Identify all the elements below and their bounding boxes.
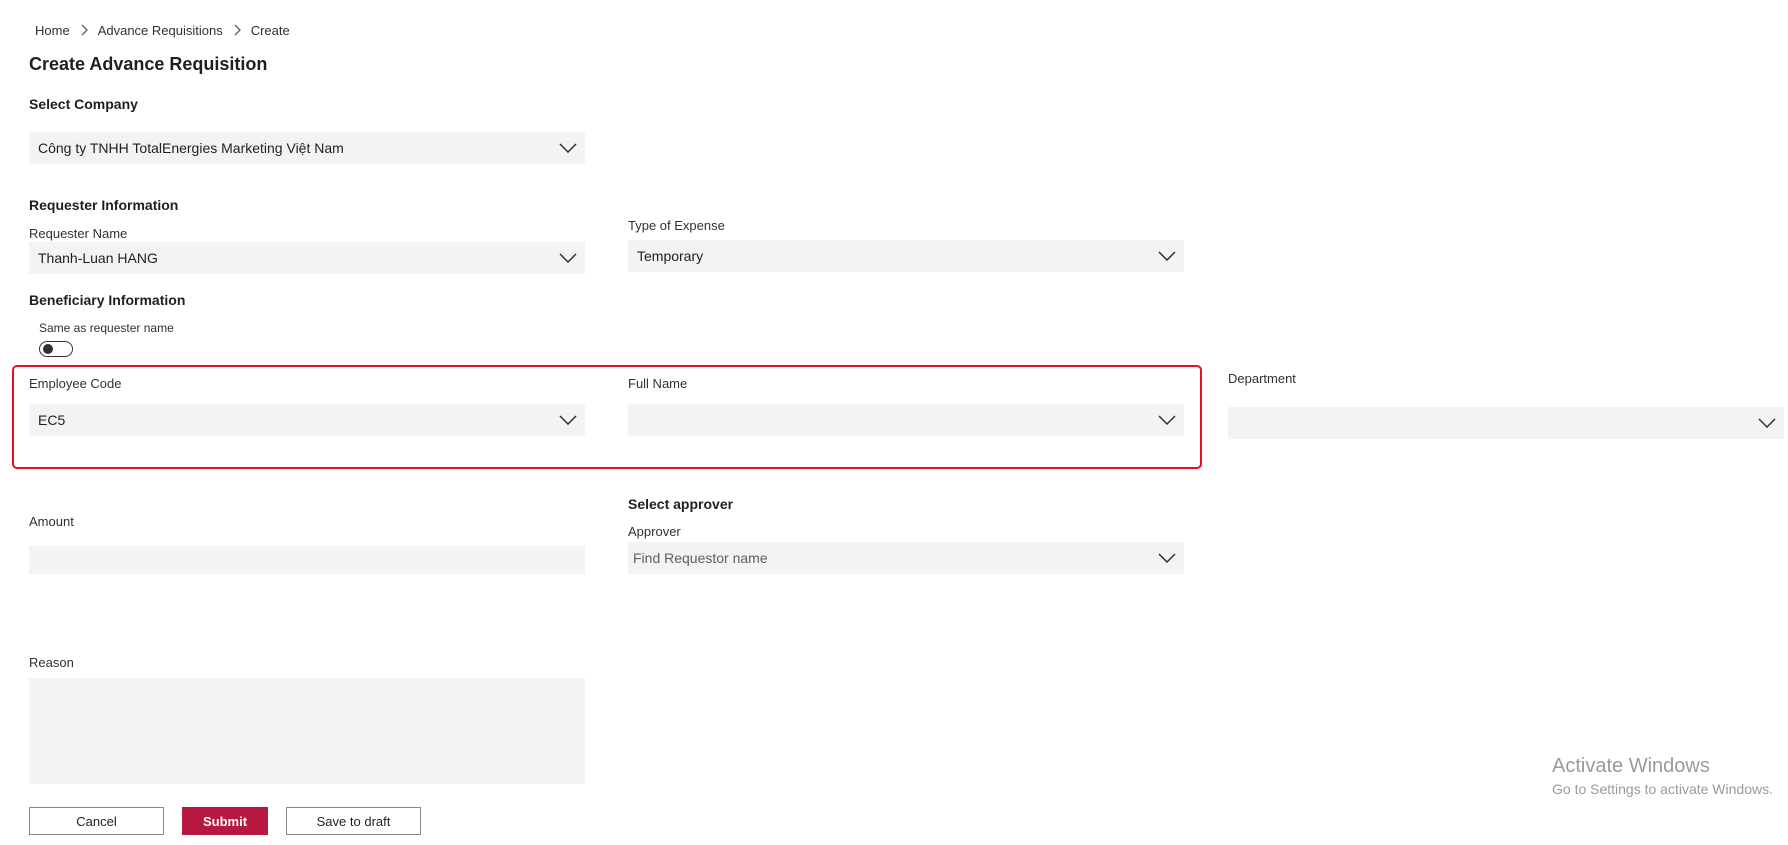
approver-label: Approver (628, 524, 681, 539)
breadcrumb-home[interactable]: Home (35, 23, 70, 38)
amount-input[interactable] (29, 546, 585, 574)
reason-label: Reason (29, 655, 74, 670)
save-to-draft-button[interactable]: Save to draft (286, 807, 421, 835)
chevron-down-icon (1152, 542, 1182, 574)
requester-name-value: Thanh-Luan HANG (38, 250, 158, 266)
chevron-down-icon (1152, 240, 1182, 272)
chevron-right-icon (70, 24, 98, 36)
department-label: Department (1228, 371, 1296, 386)
toggle-knob (43, 344, 53, 354)
activate-windows-title: Activate Windows (1552, 755, 1710, 777)
requester-name-label: Requester Name (29, 226, 128, 241)
activate-windows-subtitle: Go to Settings to activate Windows. (1552, 781, 1773, 797)
same-as-requester-label: Same as requester name (39, 321, 174, 335)
chevron-right-icon (223, 24, 251, 36)
employee-code-label: Employee Code (29, 376, 122, 391)
full-name-dropdown[interactable] (628, 404, 1184, 436)
chevron-down-icon (553, 242, 583, 274)
chevron-down-icon (1752, 407, 1782, 439)
employee-code-dropdown[interactable]: EC5 (29, 404, 585, 436)
department-dropdown[interactable] (1228, 407, 1784, 439)
chevron-down-icon (553, 404, 583, 436)
company-dropdown[interactable]: Công ty TNHH TotalEnergies Marketing Việ… (29, 132, 585, 164)
reason-textarea[interactable] (29, 678, 585, 784)
breadcrumb-advance-requisitions[interactable]: Advance Requisitions (98, 23, 223, 38)
beneficiary-information-heading: Beneficiary Information (29, 292, 186, 308)
type-of-expense-dropdown[interactable]: Temporary (628, 240, 1184, 272)
requester-information-heading: Requester Information (29, 197, 179, 213)
full-name-label: Full Name (628, 376, 688, 391)
select-company-heading: Select Company (29, 96, 138, 112)
approver-placeholder: Find Requestor name (633, 550, 768, 566)
approver-dropdown[interactable]: Find Requestor name (628, 542, 1184, 574)
company-dropdown-value: Công ty TNHH TotalEnergies Marketing Việ… (38, 140, 344, 156)
employee-code-value: EC5 (38, 412, 66, 428)
breadcrumb-create[interactable]: Create (251, 23, 290, 38)
type-of-expense-value: Temporary (637, 248, 704, 264)
same-as-requester-toggle[interactable] (39, 341, 73, 357)
chevron-down-icon (553, 132, 583, 164)
amount-label: Amount (29, 514, 74, 529)
page-title: Create Advance Requisition (29, 54, 268, 74)
cancel-button[interactable]: Cancel (29, 807, 164, 835)
breadcrumb: Home Advance Requisitions Create (35, 21, 290, 39)
submit-button[interactable]: Submit (182, 807, 268, 835)
type-of-expense-label: Type of Expense (628, 218, 725, 233)
select-approver-heading: Select approver (628, 496, 734, 512)
chevron-down-icon (1152, 404, 1182, 436)
requester-name-dropdown[interactable]: Thanh-Luan HANG (29, 242, 585, 274)
